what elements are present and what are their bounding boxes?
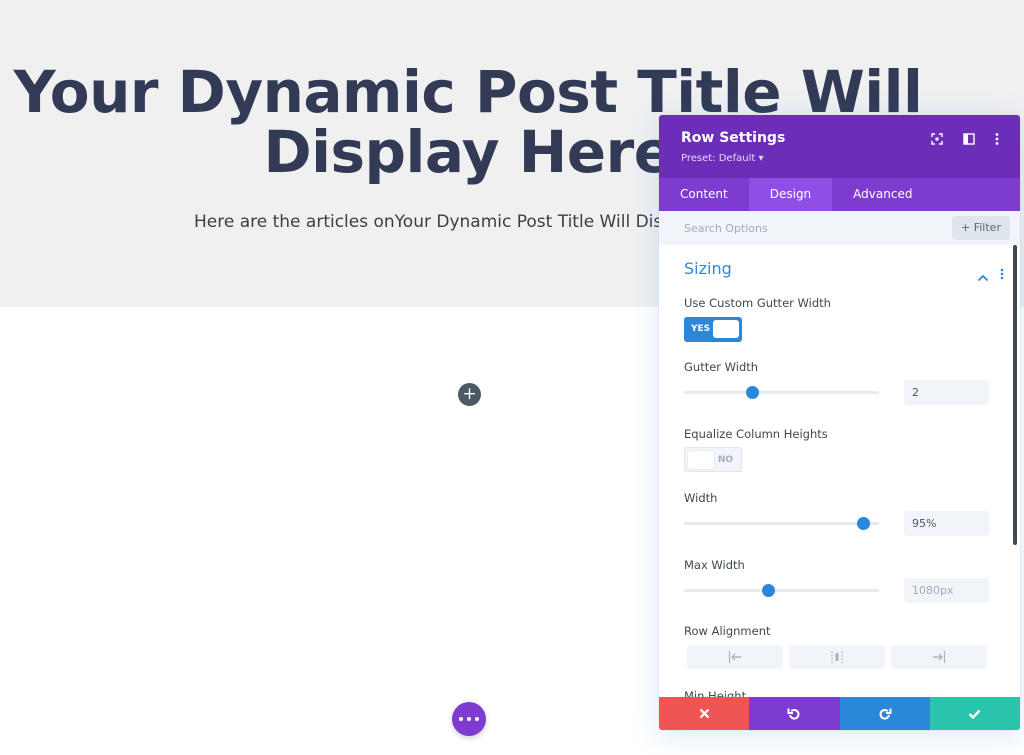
section-kebab-icon[interactable] — [1000, 265, 1004, 280]
panel-scrollbar[interactable] — [1013, 245, 1017, 545]
undo-icon — [787, 708, 800, 720]
panel-header: Row Settings Preset: Default ▾ — [659, 115, 1020, 178]
align-left-button[interactable] — [687, 645, 783, 669]
settings-body: Sizing Use Custom Gutter Width YES Gutter … — [659, 245, 1020, 697]
align-center-button[interactable] — [789, 645, 885, 669]
use-custom-gutter-label: Use Custom Gutter Width — [684, 296, 831, 310]
equalize-heights-toggle[interactable]: NO — [684, 447, 742, 472]
panel-title: Row Settings — [681, 130, 786, 146]
dot-icon — [475, 717, 479, 721]
redo-button[interactable] — [839, 697, 930, 730]
row-settings-panel: Row Settings Preset: Default ▾ Content D… — [659, 115, 1020, 730]
slider-handle[interactable] — [761, 584, 775, 597]
gutter-width-label: Gutter Width — [684, 360, 759, 374]
cancel-button[interactable] — [659, 697, 750, 730]
gutter-width-slider[interactable] — [684, 386, 879, 400]
search-input[interactable] — [659, 211, 949, 245]
toggle-knob — [688, 451, 714, 469]
fullscreen-icon[interactable] — [930, 132, 944, 146]
search-bar: + Filter — [659, 211, 1020, 245]
settings-tabs: Content Design Advanced — [659, 178, 1020, 211]
slider-track[interactable] — [684, 522, 879, 525]
add-row-button[interactable]: + — [458, 383, 481, 406]
slider-handle[interactable] — [857, 517, 871, 530]
page: Your Dynamic Post Title Will Display Her… — [0, 0, 1024, 755]
dot-icon — [467, 717, 471, 721]
toggle-state-label: YES — [691, 324, 711, 334]
section-title-sizing[interactable]: Sizing — [684, 259, 732, 278]
panel-kebab-icon[interactable] — [990, 132, 1004, 146]
checkmark-icon — [969, 709, 981, 719]
plus-icon: + — [462, 384, 477, 404]
preset-dropdown[interactable]: Preset: Default ▾ — [681, 153, 763, 164]
width-slider[interactable] — [684, 517, 879, 531]
row-alignment-label: Row Alignment — [684, 624, 771, 638]
max-width-label: Max Width — [684, 558, 745, 572]
slider-handle[interactable] — [746, 386, 760, 399]
toggle-knob — [713, 320, 739, 338]
width-input[interactable] — [904, 511, 989, 536]
align-center-icon — [831, 651, 843, 663]
filter-button[interactable]: + Filter — [952, 216, 1010, 240]
undo-button[interactable] — [749, 697, 840, 730]
chevron-up-icon[interactable] — [977, 267, 989, 282]
save-button[interactable] — [929, 697, 1020, 730]
max-width-input[interactable] — [904, 578, 989, 603]
hero-subtitle: Here are the articles onYour Dynamic Pos… — [194, 212, 663, 232]
min-height-label: Min Height — [684, 689, 747, 697]
gutter-width-input[interactable] — [904, 380, 989, 405]
width-label: Width — [684, 491, 718, 505]
dot-icon — [459, 717, 463, 721]
tab-advanced[interactable]: Advanced — [832, 178, 933, 211]
equalize-heights-label: Equalize Column Heights — [684, 427, 828, 441]
snap-sidebar-icon[interactable] — [962, 132, 976, 146]
align-left-icon — [728, 651, 741, 663]
tab-content[interactable]: Content — [659, 178, 749, 211]
align-right-icon — [933, 651, 946, 663]
use-custom-gutter-toggle[interactable]: YES — [684, 317, 742, 342]
panel-footer — [659, 697, 1020, 730]
tab-design[interactable]: Design — [748, 178, 833, 211]
slider-track[interactable] — [684, 589, 879, 592]
max-width-slider[interactable] — [684, 584, 879, 598]
more-options-button[interactable] — [452, 702, 486, 736]
close-icon — [699, 708, 709, 719]
redo-icon — [879, 708, 892, 720]
align-right-button[interactable] — [891, 645, 987, 669]
slider-track[interactable] — [684, 391, 879, 394]
toggle-state-label: NO — [717, 455, 733, 465]
